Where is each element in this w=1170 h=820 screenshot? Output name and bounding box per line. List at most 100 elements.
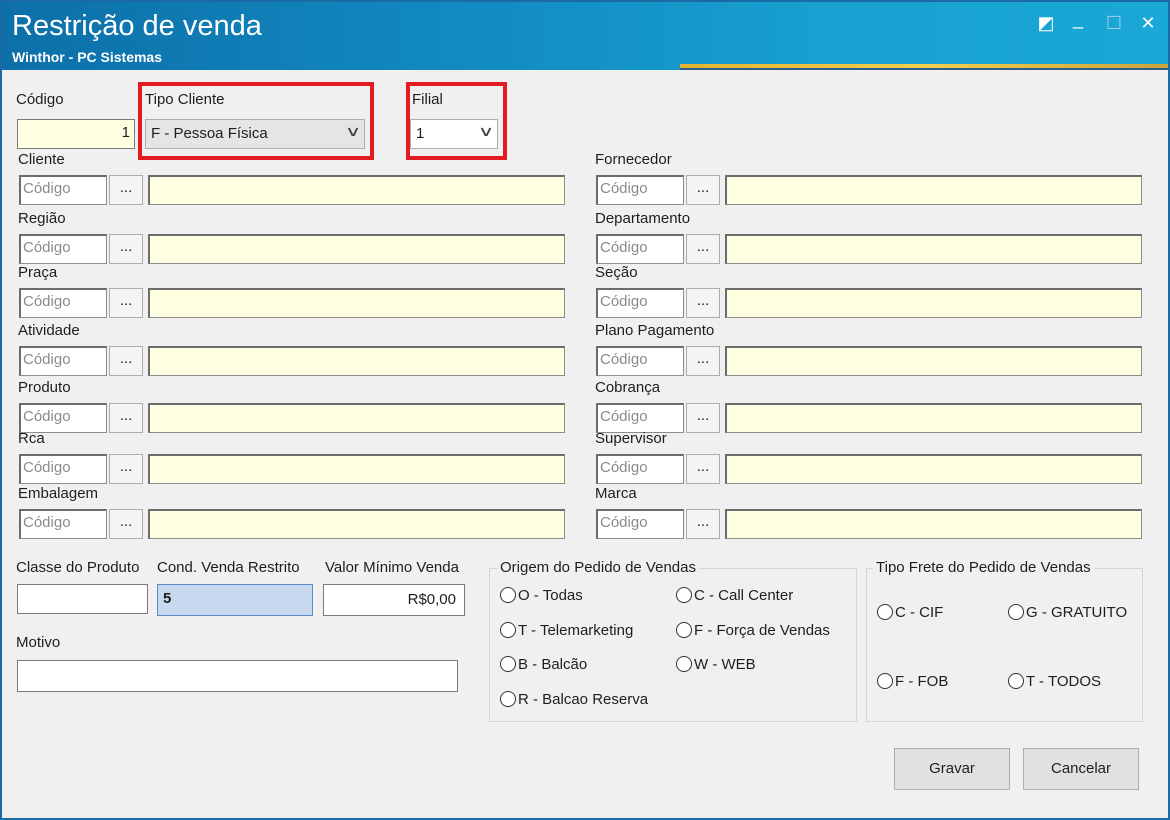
- valor-minimo-label: Valor Mínimo Venda: [325, 559, 459, 576]
- radio-circle-icon: [500, 587, 516, 603]
- departamento-description-field[interactable]: [725, 234, 1142, 264]
- radio-origem-balcao[interactable]: B - Balcão: [500, 656, 587, 673]
- marca-lookup-button[interactable]: ...: [686, 509, 720, 539]
- cliente-lookup-button[interactable]: ...: [109, 175, 143, 205]
- embalagem-lookup-button[interactable]: ...: [109, 509, 143, 539]
- radio-label: G - GRATUITO: [1026, 604, 1128, 621]
- cliente-description-field[interactable]: [148, 175, 565, 205]
- classe-produto-input[interactable]: [17, 584, 148, 614]
- radio-origem-forca-vendas[interactable]: F - Força de Vendas: [676, 622, 830, 639]
- produto-label: Produto: [18, 379, 71, 396]
- chevron-down-icon: ∨: [344, 123, 362, 139]
- radio-origem-web[interactable]: W - WEB: [676, 656, 756, 673]
- fornecedor-code-input[interactable]: Código: [596, 175, 684, 205]
- praca-label: Praça: [18, 264, 58, 281]
- radio-origem-balcao-reserva[interactable]: R - Balcao Reserva: [500, 691, 648, 708]
- valor-minimo-input[interactable]: R$0,00: [323, 584, 465, 616]
- tipo-cliente-value: F - Pessoa Física: [151, 125, 268, 142]
- regiao-code-input[interactable]: Código: [19, 234, 107, 264]
- regiao-description-field[interactable]: [148, 234, 565, 264]
- radio-frete-fob[interactable]: F - FOB: [877, 673, 948, 690]
- rca-description-field[interactable]: [148, 454, 565, 484]
- radio-label: C - Call Center: [694, 587, 794, 604]
- marca-label: Marca: [595, 485, 637, 502]
- plano-pagamento-code-input[interactable]: Código: [596, 346, 684, 376]
- secao-description-field[interactable]: [725, 288, 1142, 318]
- cobranca-lookup-button[interactable]: ...: [686, 403, 720, 433]
- radio-origem-todas[interactable]: O - Todas: [500, 587, 583, 604]
- radio-circle-icon: [676, 622, 692, 638]
- title-bar: Restrição de venda Winthor - PC Sistemas…: [2, 2, 1168, 70]
- radio-frete-gratuito[interactable]: G - GRATUITO: [1008, 604, 1127, 621]
- restore-icon[interactable]: ◩: [1034, 12, 1058, 34]
- close-icon[interactable]: ✕: [1136, 12, 1160, 34]
- plano-pagamento-lookup-button[interactable]: ...: [686, 346, 720, 376]
- atividade-code-input[interactable]: Código: [19, 346, 107, 376]
- codigo-input[interactable]: 1: [17, 119, 135, 149]
- embalagem-label: Embalagem: [18, 485, 99, 502]
- secao-label: Seção: [595, 264, 638, 281]
- regiao-lookup-button[interactable]: ...: [109, 234, 143, 264]
- radio-origem-call-center[interactable]: C - Call Center: [676, 587, 793, 604]
- minimize-icon[interactable]: _: [1066, 8, 1090, 30]
- window-title: Restrição de venda: [12, 10, 262, 42]
- motivo-label: Motivo: [16, 634, 61, 651]
- supervisor-description-field[interactable]: [725, 454, 1142, 484]
- decorative-stripe-dark: [680, 68, 1168, 70]
- restricao-venda-window: Restrição de venda Winthor - PC Sistemas…: [0, 0, 1170, 820]
- origem-group-title: Origem do Pedido de Vendas: [497, 559, 699, 576]
- tipo-cliente-label: Tipo Cliente: [145, 91, 225, 108]
- tipo-cliente-select[interactable]: F - Pessoa Física ∨: [145, 119, 365, 149]
- radio-circle-icon: [877, 673, 893, 689]
- motivo-input[interactable]: [17, 660, 458, 692]
- rca-code-input[interactable]: Código: [19, 454, 107, 484]
- cobranca-description-field[interactable]: [725, 403, 1142, 433]
- cond-venda-input[interactable]: 5: [157, 584, 313, 616]
- radio-label: B - Balcão: [518, 656, 588, 673]
- secao-code-input[interactable]: Código: [596, 288, 684, 318]
- supervisor-label: Supervisor: [595, 430, 667, 447]
- save-button[interactable]: Gravar: [894, 748, 1010, 790]
- atividade-lookup-button[interactable]: ...: [109, 346, 143, 376]
- radio-circle-icon: [1008, 604, 1024, 620]
- produto-description-field[interactable]: [148, 403, 565, 433]
- praca-lookup-button[interactable]: ...: [109, 288, 143, 318]
- fornecedor-description-field[interactable]: [725, 175, 1142, 205]
- departamento-code-input[interactable]: Código: [596, 234, 684, 264]
- radio-label: C - CIF: [895, 604, 944, 621]
- plano-pagamento-description-field[interactable]: [725, 346, 1142, 376]
- departamento-lookup-button[interactable]: ...: [686, 234, 720, 264]
- radio-frete-cif[interactable]: C - CIF: [877, 604, 943, 621]
- radio-origem-telemarketing[interactable]: T - Telemarketing: [500, 622, 633, 639]
- secao-lookup-button[interactable]: ...: [686, 288, 720, 318]
- cond-venda-label: Cond. Venda Restrito: [157, 559, 300, 576]
- supervisor-lookup-button[interactable]: ...: [686, 454, 720, 484]
- fornecedor-lookup-button[interactable]: ...: [686, 175, 720, 205]
- marca-code-input[interactable]: Código: [596, 509, 684, 539]
- cobranca-code-input[interactable]: Código: [596, 403, 684, 433]
- rca-lookup-button[interactable]: ...: [109, 454, 143, 484]
- plano-pagamento-label: Plano Pagamento: [595, 322, 715, 339]
- supervisor-code-input[interactable]: Código: [596, 454, 684, 484]
- praca-description-field[interactable]: [148, 288, 565, 318]
- marca-description-field[interactable]: [725, 509, 1142, 539]
- produto-lookup-button[interactable]: ...: [109, 403, 143, 433]
- radio-frete-todos[interactable]: T - TODOS: [1008, 673, 1101, 690]
- embalagem-code-input[interactable]: Código: [19, 509, 107, 539]
- radio-label: T - TODOS: [1026, 673, 1102, 690]
- radio-label: F - Força de Vendas: [694, 622, 830, 639]
- praca-code-input[interactable]: Código: [19, 288, 107, 318]
- cliente-code-input[interactable]: Código: [19, 175, 107, 205]
- atividade-description-field[interactable]: [148, 346, 565, 376]
- regiao-label: Região: [18, 210, 66, 227]
- filial-select[interactable]: 1 ∨: [410, 119, 498, 149]
- radio-circle-icon: [676, 656, 692, 672]
- maximize-icon: ☐: [1105, 13, 1123, 33]
- cancel-button[interactable]: Cancelar: [1023, 748, 1139, 790]
- classe-produto-label: Classe do Produto: [16, 559, 140, 576]
- frete-group-title: Tipo Frete do Pedido de Vendas: [873, 559, 1094, 576]
- produto-code-input[interactable]: Código: [19, 403, 107, 433]
- radio-circle-icon: [500, 656, 516, 672]
- chevron-down-icon: ∨: [477, 123, 495, 139]
- embalagem-description-field[interactable]: [148, 509, 565, 539]
